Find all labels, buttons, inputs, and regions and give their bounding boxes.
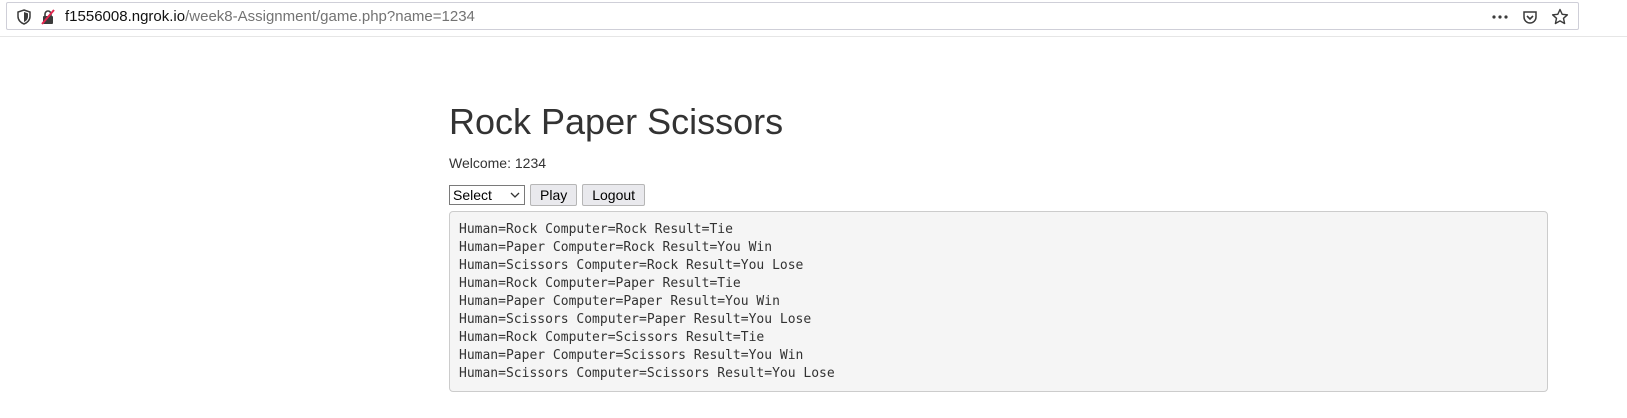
bookmark-star-icon[interactable] [1550, 7, 1570, 27]
shield-icon[interactable] [15, 8, 33, 26]
welcome-text: Welcome: 1234 [449, 155, 547, 171]
url-path: /week8-Assignment/game.php?name=1234 [185, 8, 475, 25]
result-line: Human=Rock Computer=Paper Result=Tie [459, 276, 741, 291]
url-text[interactable]: f1556008.ngrok.io/week8-Assignment/game.… [65, 7, 475, 27]
url-bar[interactable]: f1556008.ngrok.io/week8-Assignment/game.… [6, 2, 1579, 30]
game-form: Select Play Logout [449, 184, 1548, 206]
result-line: Human=Rock Computer=Scissors Result=Tie [459, 330, 765, 345]
logout-button[interactable]: Logout [582, 184, 646, 206]
results-log: Human=Rock Computer=Rock Result=Tie Human… [449, 211, 1548, 392]
choice-select-value: Select [453, 187, 492, 203]
result-line: Human=Scissors Computer=Paper Result=You… [459, 312, 812, 327]
result-line: Human=Rock Computer=Rock Result=Tie [459, 222, 733, 237]
result-line: Human=Scissors Computer=Scissors Result=… [459, 366, 835, 381]
choice-select[interactable]: Select [449, 185, 525, 205]
page-title: Rock Paper Scissors [449, 101, 784, 142]
pocket-icon[interactable] [1520, 7, 1540, 27]
play-button[interactable]: Play [530, 184, 578, 206]
result-line: Human=Scissors Computer=Rock Result=You … [459, 258, 804, 273]
result-line: Human=Paper Computer=Rock Result=You Win [459, 240, 773, 255]
browser-toolbar: f1556008.ngrok.io/week8-Assignment/game.… [0, 0, 1627, 37]
url-host: f1556008.ngrok.io [65, 8, 186, 25]
more-icon[interactable] [1490, 7, 1510, 27]
game-container: Rock Paper Scissors Welcome: 1234 Select… [449, 100, 1548, 392]
result-line: Human=Paper Computer=Scissors Result=You… [459, 348, 804, 363]
insecure-lock-icon[interactable] [39, 8, 57, 26]
chevron-down-icon [510, 188, 520, 206]
url-actions [1490, 7, 1570, 27]
result-line: Human=Paper Computer=Paper Result=You Wi… [459, 294, 780, 309]
